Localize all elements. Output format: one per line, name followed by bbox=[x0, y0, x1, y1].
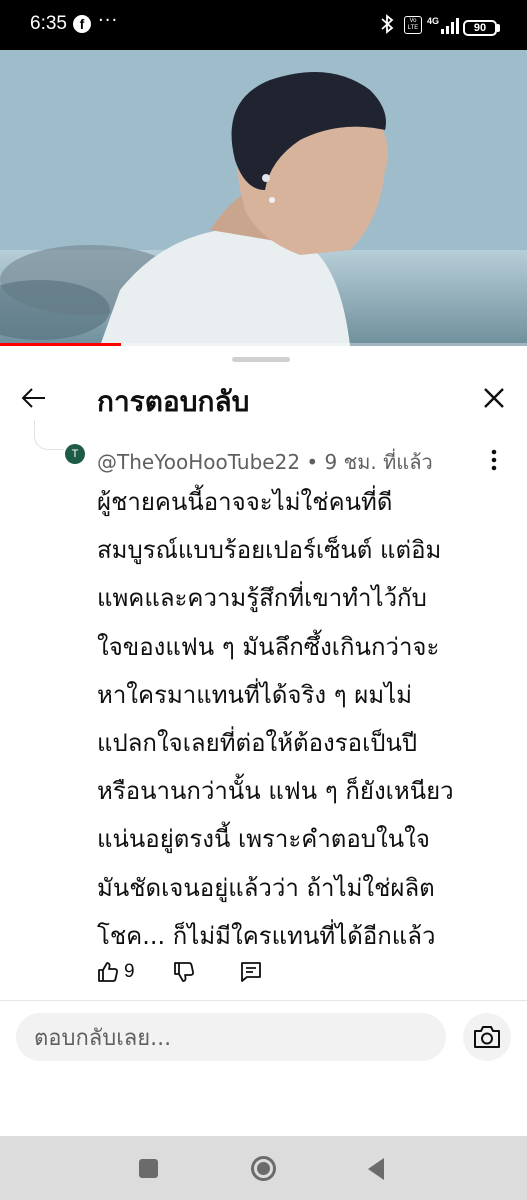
comment-icon bbox=[241, 962, 261, 982]
more-vertical-icon bbox=[491, 449, 497, 471]
like-count: 9 bbox=[124, 961, 135, 982]
comment-line: หาใครมาแทนที่ได้จริง ๆ ผมไม่ bbox=[97, 680, 413, 709]
network-type-icon: 4G bbox=[427, 16, 440, 26]
thumbs-down-icon bbox=[174, 962, 194, 982]
comment-line: หรือนานกว่านั้น แฟน ๆ ก็ยังเหนียว bbox=[97, 777, 454, 806]
status-bar: 6:35 f ··· Vo LTE 4G 90 bbox=[0, 0, 527, 50]
close-button[interactable] bbox=[474, 378, 514, 418]
signal-icon bbox=[441, 18, 459, 34]
more-dots-icon: ··· bbox=[98, 10, 119, 31]
thumbs-up-icon bbox=[98, 962, 118, 982]
arrow-left-icon bbox=[21, 388, 45, 408]
thread-connector bbox=[34, 420, 64, 450]
panel-title: การตอบกลับ bbox=[97, 385, 250, 418]
comment-line: สมบูรณ์แบบร้อยเปอร์เซ็นต์ แต่อิม bbox=[97, 536, 442, 565]
bluetooth-icon bbox=[381, 14, 394, 34]
divider bbox=[0, 1000, 527, 1001]
battery-tip bbox=[497, 24, 500, 32]
comment-line: ผู้ชายคนนี้อาจจะไม่ใช่คนที่ดี bbox=[97, 488, 393, 516]
comment-line: โชค... ก็ไม่มีใครแทนที่ได้อีกแล้ว bbox=[97, 921, 436, 950]
drag-handle[interactable] bbox=[232, 357, 290, 362]
comment-line: ใจของแฟน ๆ มันลึกซึ้งเกินกว่าจะ bbox=[97, 632, 440, 661]
avatar[interactable]: T bbox=[65, 444, 85, 464]
status-time: 6:35 bbox=[30, 13, 67, 34]
comment-text: ผู้ชายคนนี้อาจจะไม่ใช่คนที่ดี สมบูรณ์แบบ… bbox=[97, 478, 507, 960]
home-icon-dot bbox=[257, 1162, 270, 1175]
close-icon bbox=[484, 388, 504, 408]
camera-icon bbox=[474, 1026, 500, 1048]
back-icon[interactable] bbox=[366, 1157, 386, 1181]
back-button[interactable] bbox=[14, 378, 54, 418]
comment-more-button[interactable] bbox=[482, 446, 506, 474]
like-button[interactable]: 9 bbox=[96, 958, 142, 986]
comment-line: แพคและความรู้สึกที่เขาทำไว้กับ bbox=[97, 584, 427, 613]
video-player[interactable] bbox=[0, 50, 527, 346]
comment-meta: @TheYooHooTube22 • 9 ชม. ที่แล้ว bbox=[97, 450, 433, 474]
camera-button[interactable] bbox=[463, 1013, 511, 1061]
reply-button[interactable] bbox=[237, 958, 265, 986]
recent-apps-icon[interactable] bbox=[139, 1159, 158, 1178]
comment-line: มันชัดเจนอยู่แล้วว่า ถ้าไม่ใช่ผลิต bbox=[97, 873, 435, 902]
comment-line: แปลกใจเลยที่ต่อให้ต้องรอเป็นปี bbox=[97, 729, 418, 758]
video-frame bbox=[0, 50, 527, 346]
volte-icon: Vo LTE bbox=[404, 16, 422, 34]
battery-icon: 90 bbox=[463, 20, 497, 36]
comment-line: แน่นอยู่ตรงนี้ เพราะคำตอบในใจ bbox=[97, 825, 430, 854]
reply-input[interactable]: ตอบกลับเลย... bbox=[16, 1013, 446, 1061]
dislike-button[interactable] bbox=[170, 958, 198, 986]
facebook-icon: f bbox=[73, 15, 91, 33]
